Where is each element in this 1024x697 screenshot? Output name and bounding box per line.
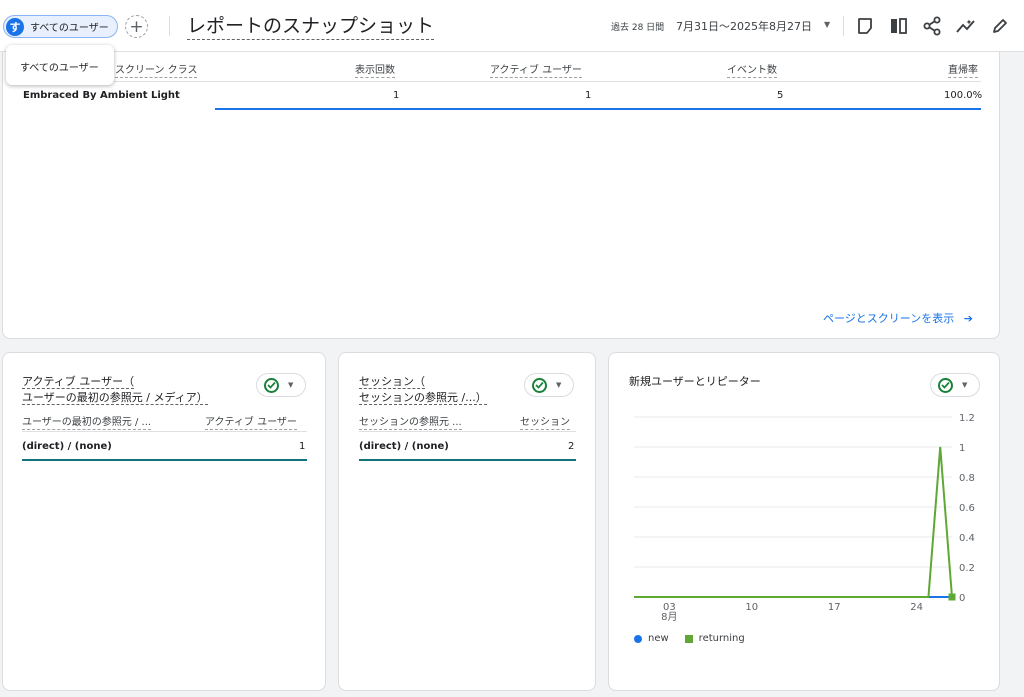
legend-returning-label: returning [698, 633, 745, 644]
column-header-session-source[interactable]: セッションの参照元 ... [359, 413, 462, 430]
active-users-source-card: アクティブ ユーザー（ ユーザーの最初の参照元 / メディア） ▼ ユーザーの最… [2, 352, 326, 691]
value-bar [359, 459, 576, 461]
sessions-source-card: セッション（ セッションの参照元 /...） ▼ セッションの参照元 ... セ… [338, 352, 596, 691]
column-header-sessions[interactable]: セッション [520, 413, 570, 430]
series-point-returning [948, 593, 956, 601]
y-tick-label: 0.4 [959, 533, 975, 544]
date-range-dropdown-icon[interactable]: ▼ [824, 20, 830, 29]
column-header-first-source[interactable]: ユーザーの最初の参照元 / ... [22, 413, 152, 430]
view-pages-link-label: ページとスクリーンを表示 [823, 312, 955, 325]
report-header: す すべてのユーザー + レポートのスナップショット 過去 28 日間 7月31… [0, 0, 1024, 52]
segment-avatar: す [6, 17, 24, 36]
segment-chip-all-users[interactable]: す すべてのユーザー [3, 15, 118, 38]
x-tick-label: 17 [828, 602, 841, 613]
header-divider [359, 431, 576, 432]
series-line-returning [634, 446, 953, 598]
y-tick-label: 1.2 [959, 413, 975, 424]
table-row-label: (direct) / (none) [22, 441, 112, 452]
table-cell-views: 1 [393, 90, 400, 101]
column-header-active-users[interactable]: アクティブ ユーザー [205, 413, 297, 430]
divider [843, 16, 844, 36]
value-bar [22, 459, 307, 461]
segment-chip-label: すべてのユーザー [30, 23, 109, 34]
table-cell-bounce-rate: 100.0% [944, 90, 983, 101]
header-divider [22, 431, 307, 432]
header-divider [21, 81, 981, 82]
new-returning-chart: 00.20.40.60.811.2038月10 17 24 [634, 413, 975, 623]
table-row-name: Embraced By Ambient Light [23, 90, 180, 101]
chevron-down-icon: ▼ [288, 381, 294, 389]
pages-screens-card: スクリーン クラス 表示回数 アクティブ ユーザー イベント数 直帰率 Embr… [2, 52, 1000, 339]
card-title-line1: セッション（ [359, 375, 425, 389]
table-row-value: 2 [568, 441, 575, 452]
column-header-bounce-rate[interactable]: 直帰率 [948, 61, 978, 78]
data-quality-button[interactable]: ▼ [256, 373, 306, 397]
date-range-value[interactable]: 7月31日～2025年8月27日 [676, 18, 812, 34]
y-tick-label: 0.2 [959, 563, 975, 574]
table-row-label: (direct) / (none) [359, 441, 449, 452]
chevron-down-icon: ▼ [556, 381, 562, 389]
legend-returning-swatch [684, 634, 693, 643]
edit-icon[interactable] [988, 14, 1012, 38]
y-tick-label: 0.6 [959, 503, 975, 514]
card-title-line2: ユーザーの最初の参照元 / メディア） [22, 391, 208, 405]
page-title: レポートのスナップショット [187, 11, 435, 40]
column-header-active-users[interactable]: アクティブ ユーザー [490, 61, 582, 78]
data-quality-button[interactable]: ▼ [524, 373, 574, 397]
check-circle-icon [264, 377, 279, 393]
add-comparison-button[interactable]: + [125, 15, 148, 38]
share-icon[interactable] [920, 14, 944, 38]
compare-icon[interactable] [887, 14, 911, 38]
divider [169, 16, 170, 36]
table-cell-events: 5 [777, 90, 784, 101]
insights-icon[interactable] [954, 14, 978, 38]
column-header-events[interactable]: イベント数 [727, 61, 777, 78]
y-tick-label: 0.8 [959, 473, 975, 484]
date-range-prefix[interactable]: 過去 28 日間 [611, 20, 664, 33]
x-tick-label: 10 [745, 602, 758, 613]
chart-legend: new returning [634, 633, 745, 644]
y-tick-label: 0 [959, 593, 965, 604]
table-row-value: 1 [299, 441, 306, 452]
column-header-views[interactable]: 表示回数 [355, 61, 395, 78]
legend-new-label: new [648, 633, 669, 644]
table-cell-active-users: 1 [585, 90, 592, 101]
arrow-right-icon: ➔ [963, 312, 973, 325]
segment-tooltip: すべてのユーザー [6, 45, 114, 85]
legend-new-swatch [634, 634, 642, 643]
card-title: セッション（ セッションの参照元 /...） [359, 374, 487, 406]
x-tick-label: 24 [910, 602, 923, 613]
card-title: アクティブ ユーザー（ ユーザーの最初の参照元 / メディア） [22, 374, 208, 406]
card-title-line2: セッションの参照元 /...） [359, 391, 487, 405]
new-vs-returning-card: 新規ユーザーとリピーター ▼ 0 0.2 0.4 0.6 0.8 1 1.2 03 8月 10 17… [608, 352, 1000, 691]
value-bar [215, 108, 981, 110]
card-title-line1: アクティブ ユーザー（ [22, 375, 135, 389]
view-pages-link[interactable]: ページとスクリーンを表示 ➔ [823, 310, 973, 326]
column-header-screen-class[interactable]: スクリーン クラス [115, 61, 198, 78]
x-tick-label: 8月 [661, 611, 677, 623]
check-circle-icon [532, 377, 547, 393]
y-tick-label: 1 [959, 443, 965, 454]
comment-icon[interactable] [853, 14, 877, 38]
